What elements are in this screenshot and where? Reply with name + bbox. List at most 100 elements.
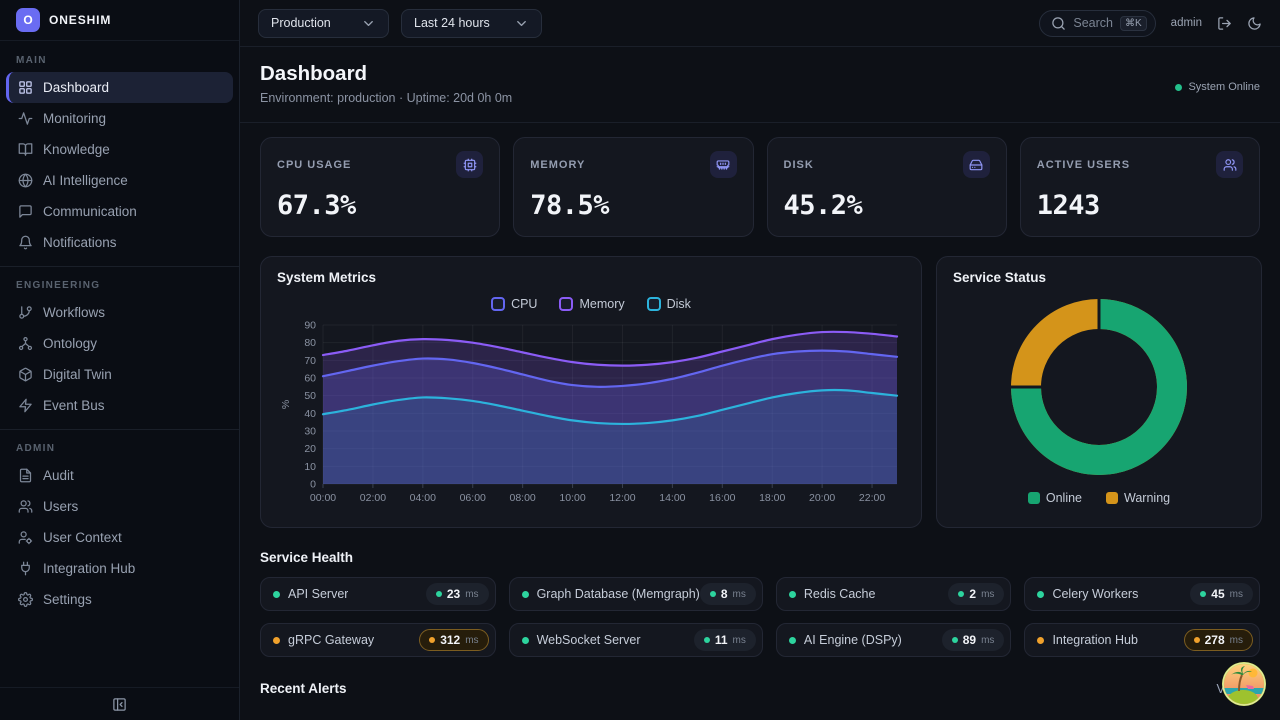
- latency-dot: [436, 591, 442, 597]
- service-name: AI Engine (DSPy): [804, 633, 902, 647]
- sidebar-item-user-context[interactable]: User Context: [6, 522, 233, 553]
- legend-swatch: [647, 297, 661, 311]
- network-icon: [18, 336, 33, 351]
- metrics-legend: CPU Memory Disk: [277, 297, 905, 311]
- sidebar-item-ai-intelligence[interactable]: AI Intelligence: [6, 165, 233, 196]
- latency-badge: 8 ms: [700, 583, 756, 605]
- service-item-integration-hub: Integration Hub 278 ms: [1024, 623, 1260, 657]
- globe-icon: [18, 173, 33, 188]
- latency-badge: 89 ms: [942, 629, 1005, 651]
- donut-legend: OnlineWarning: [953, 491, 1245, 505]
- legend-item-disk[interactable]: Disk: [647, 297, 691, 311]
- latency-unit: ms: [733, 589, 746, 600]
- sidebar-section-label: ENGINEERING: [0, 270, 239, 297]
- sidebar-nav: MAIN Dashboard Monitoring Knowledge AI I…: [0, 41, 239, 687]
- stat-label: CPU USAGE: [277, 159, 351, 171]
- service-status-dot: [273, 637, 280, 644]
- panel-collapse-icon[interactable]: [112, 697, 127, 712]
- donut-legend-item-warning: Warning: [1106, 491, 1170, 505]
- system-metrics-card: System Metrics CPUMemoryDisk 01020304050…: [260, 256, 922, 528]
- search-icon: [1051, 16, 1066, 31]
- legend-item-cpu[interactable]: CPU: [491, 297, 537, 311]
- svg-text:12:00: 12:00: [609, 492, 635, 504]
- svg-text:70: 70: [304, 355, 316, 367]
- git-branch-icon: [18, 305, 33, 320]
- stat-card: DISK 45.2%: [767, 137, 1007, 237]
- latency-unit: ms: [733, 635, 746, 646]
- environment-select-value: Production: [271, 16, 331, 30]
- sidebar-item-digital-twin[interactable]: Digital Twin: [6, 359, 233, 390]
- sidebar-item-users[interactable]: Users: [6, 491, 233, 522]
- service-name: API Server: [288, 587, 348, 601]
- logout-icon[interactable]: [1217, 16, 1232, 31]
- svg-text:20: 20: [304, 443, 316, 455]
- latency-value: 8: [721, 587, 728, 601]
- svg-text:30: 30: [304, 426, 316, 438]
- service-status-dot: [273, 591, 280, 598]
- sidebar-item-integration-hub[interactable]: Integration Hub: [6, 553, 233, 584]
- svg-text:80: 80: [304, 337, 316, 349]
- sidebar-item-ontology[interactable]: Ontology: [6, 328, 233, 359]
- status-badge: System Online: [1175, 69, 1260, 105]
- moon-icon[interactable]: [1247, 16, 1262, 31]
- memory-icon: [710, 151, 737, 178]
- service-item-websocket-server: WebSocket Server 11 ms: [509, 623, 763, 657]
- bell-icon: [18, 235, 33, 250]
- svg-text:08:00: 08:00: [510, 492, 536, 504]
- latency-dot: [429, 637, 435, 643]
- latency-unit: ms: [465, 635, 478, 646]
- sidebar-item-audit[interactable]: Audit: [6, 460, 233, 491]
- latency-badge: 278 ms: [1184, 629, 1253, 651]
- service-status-title: Service Status: [953, 270, 1245, 285]
- cube-icon: [18, 367, 33, 382]
- service-item-celery-workers: Celery Workers 45 ms: [1024, 577, 1260, 611]
- svg-text:04:00: 04:00: [410, 492, 436, 504]
- sidebar-item-workflows[interactable]: Workflows: [6, 297, 233, 328]
- latency-badge: 2 ms: [948, 583, 1004, 605]
- service-health-grid: API Server 23 ms Graph Database (Memgrap…: [260, 577, 1260, 657]
- sidebar-item-monitoring[interactable]: Monitoring: [6, 103, 233, 134]
- stat-value: 67.3%: [277, 190, 483, 221]
- book-open-icon: [18, 142, 33, 157]
- latency-unit: ms: [981, 635, 994, 646]
- topbar: Production Last 24 hours Search ⌘K admin: [240, 0, 1280, 47]
- dashboard-icon: [18, 80, 33, 95]
- latency-dot: [710, 591, 716, 597]
- search-input[interactable]: Search ⌘K: [1039, 10, 1155, 37]
- legend-item-memory[interactable]: Memory: [559, 297, 624, 311]
- sidebar-item-communication[interactable]: Communication: [6, 196, 233, 227]
- hard-drive-icon: [963, 151, 990, 178]
- service-name: Redis Cache: [804, 587, 876, 601]
- sidebar-item-dashboard[interactable]: Dashboard: [6, 72, 233, 103]
- sidebar-item-event-bus[interactable]: Event Bus: [6, 390, 233, 421]
- legend-swatch: [1106, 492, 1118, 504]
- latency-dot: [952, 637, 958, 643]
- legend-swatch: [491, 297, 505, 311]
- environment-select[interactable]: Production: [258, 9, 389, 38]
- time-range-select[interactable]: Last 24 hours: [401, 9, 542, 38]
- svg-text:60: 60: [304, 373, 316, 385]
- file-text-icon: [18, 468, 33, 483]
- latency-value: 89: [963, 633, 976, 647]
- user-cog-icon: [18, 530, 33, 545]
- sidebar-footer: [0, 687, 239, 720]
- latency-badge: 23 ms: [426, 583, 489, 605]
- system-metrics-title: System Metrics: [277, 270, 905, 285]
- chevron-down-icon: [514, 16, 529, 31]
- cpu-icon: [456, 151, 483, 178]
- app-name: ONESHIM: [49, 13, 111, 27]
- user-name: admin: [1171, 17, 1202, 29]
- island-sticker[interactable]: [1221, 661, 1267, 707]
- latency-dot: [1200, 591, 1206, 597]
- svg-text:0: 0: [310, 479, 316, 491]
- sidebar-item-knowledge[interactable]: Knowledge: [6, 134, 233, 165]
- service-name: Graph Database (Memgraph): [537, 587, 700, 601]
- sidebar-item-notifications[interactable]: Notifications: [6, 227, 233, 258]
- status-dot: [1175, 84, 1182, 91]
- legend-swatch: [559, 297, 573, 311]
- service-name: Integration Hub: [1052, 633, 1137, 647]
- sidebar-item-settings[interactable]: Settings: [6, 584, 233, 615]
- app-logo: O ONESHIM: [0, 0, 239, 41]
- service-status-dot: [522, 591, 529, 598]
- stat-value: 45.2%: [784, 190, 990, 221]
